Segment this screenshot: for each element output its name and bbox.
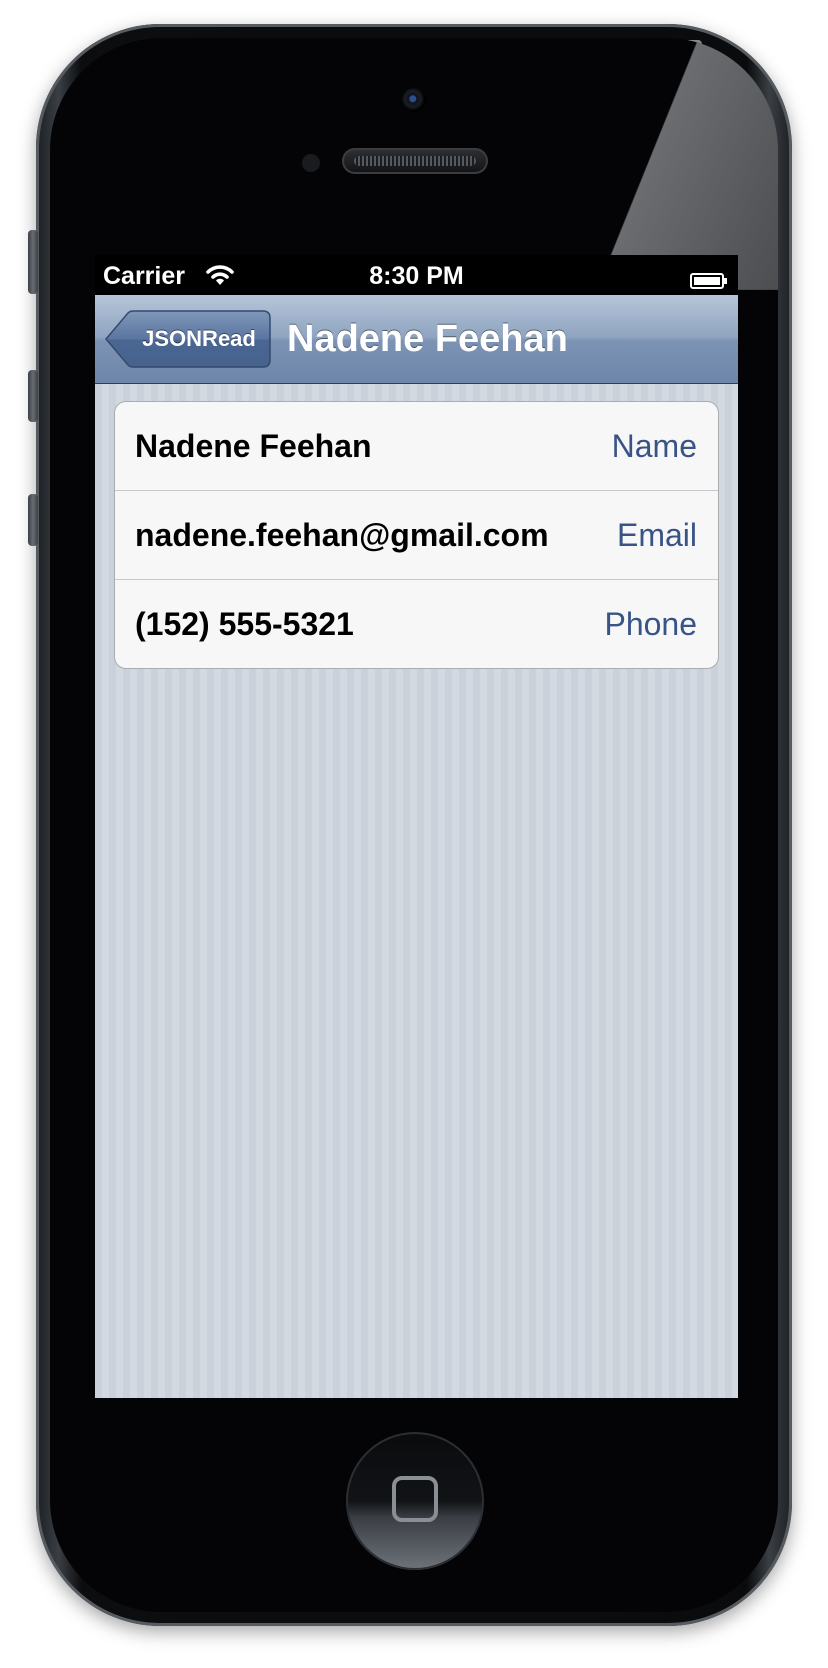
name-label: Name bbox=[611, 428, 697, 464]
proximity-sensor bbox=[302, 154, 320, 172]
volume-up-button bbox=[28, 370, 38, 422]
table-row-name[interactable]: Nadene Feehan Name bbox=[115, 402, 718, 491]
back-button-label: JSONRead bbox=[142, 326, 256, 351]
home-button[interactable] bbox=[346, 1432, 484, 1570]
content-area: Nadene Feehan Name nadene.feehan@gmail.c… bbox=[95, 384, 738, 1398]
status-bar: Carrier 8:30 PM bbox=[95, 255, 738, 295]
front-camera bbox=[402, 88, 426, 112]
earpiece-speaker bbox=[342, 148, 488, 174]
phone-value: (152) 555-5321 bbox=[135, 606, 354, 642]
home-square-icon bbox=[392, 1476, 438, 1522]
email-value: nadene.feehan@gmail.com bbox=[135, 517, 549, 553]
table-row-email[interactable]: nadene.feehan@gmail.com Email bbox=[115, 491, 718, 580]
contact-details-table: Nadene Feehan Name nadene.feehan@gmail.c… bbox=[114, 401, 719, 669]
phone-screen: Carrier 8:30 PM JSONRead Nadene Feehan N… bbox=[95, 255, 738, 1398]
volume-down-button bbox=[28, 494, 38, 546]
email-label: Email bbox=[616, 517, 697, 553]
status-time: 8:30 PM bbox=[369, 262, 464, 290]
phone-label: Phone bbox=[604, 606, 697, 642]
speaker-mesh bbox=[354, 156, 476, 166]
back-button[interactable]: JSONRead bbox=[105, 310, 271, 368]
name-value: Nadene Feehan bbox=[135, 428, 372, 464]
battery-icon bbox=[690, 267, 728, 289]
mute-switch bbox=[28, 230, 38, 294]
navigation-bar: JSONRead Nadene Feehan bbox=[95, 295, 738, 384]
page-title: Nadene Feehan bbox=[287, 318, 568, 360]
table-row-phone[interactable]: (152) 555-5321 Phone bbox=[115, 580, 718, 668]
